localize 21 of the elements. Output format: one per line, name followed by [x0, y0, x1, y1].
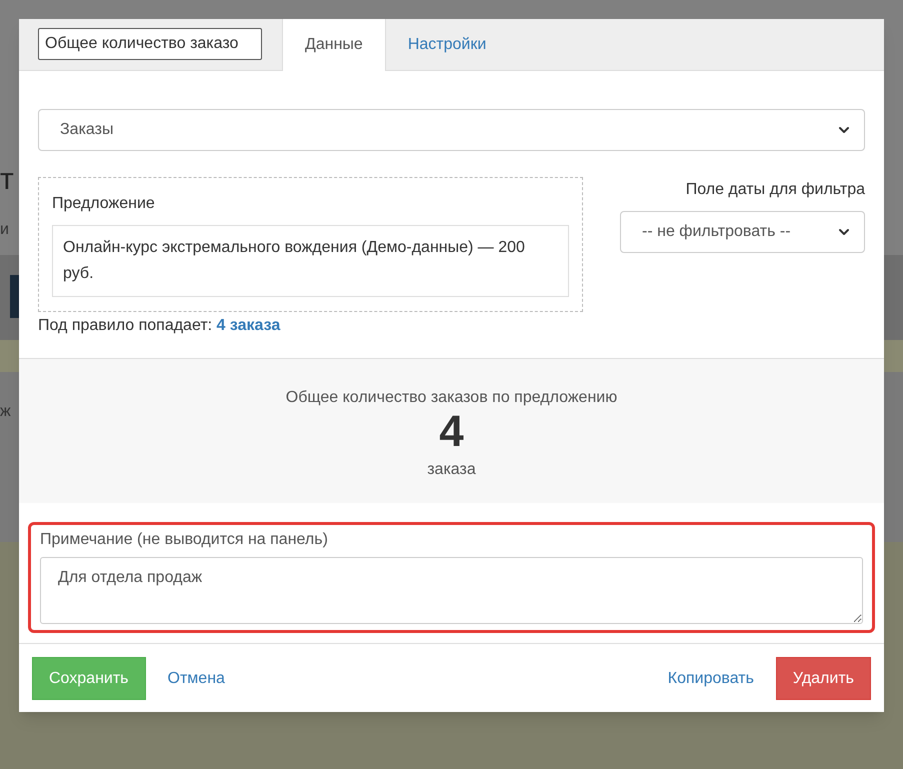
date-filter-select[interactable]: -- не фильтровать -- — [620, 211, 865, 253]
summary-caption: Общее количество заказов по предложению — [286, 388, 618, 408]
note-label: Примечание (не выводится на панель) — [40, 530, 329, 550]
background-text: и — [0, 221, 9, 238]
offer-label: Предложение — [52, 194, 156, 214]
link-button[interactable]: Копировать — [656, 657, 766, 700]
date-filter-label: Поле даты для фильтра — [686, 180, 865, 200]
match-text: Под правило попадает: 4 заказа — [38, 316, 282, 336]
delete-button[interactable]: Удалить — [776, 657, 871, 700]
title-field[interactable]: Общее количество заказо — [38, 28, 262, 60]
tab[interactable]: Настройки — [386, 19, 508, 71]
offer-field[interactable]: Онлайн-курс экстремального вождения (Демо-данные) — 200 руб. — [52, 225, 569, 297]
background-text: т — [0, 163, 14, 196]
link-button[interactable]: Отмена — [156, 657, 237, 700]
summary-count: 4 — [439, 410, 464, 454]
source-select[interactable]: Заказы — [38, 109, 865, 151]
note-field[interactable]: Для отдела продаж — [40, 557, 863, 624]
summary-unit: заказа — [427, 460, 476, 480]
orders-link[interactable]: 4 заказа — [216, 317, 280, 334]
background-text: ж — [0, 403, 11, 420]
tab[interactable]: Данные — [282, 19, 386, 71]
